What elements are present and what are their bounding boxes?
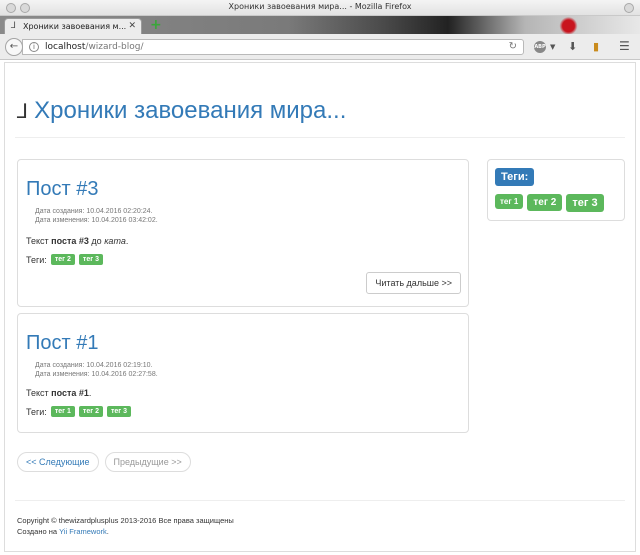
footer-divider (15, 500, 625, 501)
site-header: ⅃ Хроники завоевания мира... (17, 97, 346, 125)
window-titlebar: Хроники завоевания мира... - Mozilla Fir… (0, 0, 640, 16)
made-with-text: Создано на Yii Framework. (17, 526, 234, 537)
library-icon[interactable]: ▮ (593, 40, 599, 53)
back-button[interactable]: ← (5, 38, 23, 56)
read-more-button[interactable]: Читать дальше >> (366, 272, 461, 294)
tab-title: Хроники завоевания м... (23, 22, 127, 31)
footer: Copyright © thewizardplusplus 2013-2016 … (17, 515, 234, 537)
post-tags: Теги: тег 1 тег 2 тег 3 (26, 406, 132, 417)
copyright-text: Copyright © thewizardplusplus 2013-2016 … (17, 516, 234, 525)
previous-page-button[interactable]: Предыдущие >> (104, 452, 191, 472)
new-tab-icon[interactable]: + (150, 17, 162, 33)
reload-icon[interactable]: ↻ (509, 41, 517, 52)
url-bar[interactable]: i localhost/wizard-blog/ ↻ (22, 39, 524, 55)
post-text: Текст поста #1. (26, 388, 91, 398)
post-text-part: до (88, 236, 105, 246)
tags-sidebar: Теги: тег 1 тег 2 тег 3 (487, 159, 625, 221)
tag-badge[interactable]: тег 3 (78, 254, 103, 265)
post-modified-date: Дата изменения: 10.04.2016 03:42:02. (35, 217, 158, 224)
header-divider (15, 137, 625, 138)
url-path: /wizard-blog/ (85, 42, 144, 52)
tag-cloud-item[interactable]: тег 2 (527, 194, 563, 211)
post-text: Текст поста #3 до ката. (26, 236, 128, 246)
wizard-hat-icon: ⅃ (11, 21, 17, 31)
browser-tab[interactable]: ⅃ Хроники завоевания м... ✕ (4, 18, 142, 34)
post-text-part: Текст (26, 236, 52, 246)
post-created-date: Дата создания: 10.04.2016 02:19:10. (35, 362, 153, 369)
framework-link[interactable]: Yii Framework (59, 527, 107, 536)
next-page-button[interactable]: << Следующие (17, 452, 99, 472)
menu-icon[interactable]: ☰ (619, 39, 630, 53)
url-host: localhost (45, 42, 86, 52)
post-tags: Теги: тег 2 тег 3 (26, 254, 103, 265)
site-title[interactable]: Хроники завоевания мира... (34, 97, 346, 125)
close-icon[interactable]: ✕ (128, 21, 136, 31)
made-with-label: Создано на (17, 527, 60, 536)
pagination: << Следующие Предыдущие >> (17, 452, 197, 472)
post-tags-label: Теги: (26, 406, 47, 417)
post-text-bold: поста #1 (51, 388, 89, 398)
post-created-date: Дата создания: 10.04.2016 02:20:24. (35, 208, 153, 215)
post-text-bold: поста #3 (51, 236, 89, 246)
tag-badge[interactable]: тег 1 (50, 406, 75, 417)
made-with-end: . (106, 527, 109, 536)
chevron-down-icon[interactable]: ▼ (550, 43, 555, 51)
url-text[interactable]: localhost/wizard-blog/ (45, 42, 144, 52)
post-card: Пост #3 Дата создания: 10.04.2016 02:20:… (17, 159, 469, 307)
post-tags-label: Теги: (26, 254, 47, 265)
info-icon[interactable]: i (29, 42, 39, 52)
wizard-hat-icon: ⅃ (17, 99, 29, 123)
post-modified-date: Дата изменения: 10.04.2016 02:27:58. (35, 371, 158, 378)
post-text-italic: ката (104, 236, 126, 246)
post-text-part: . (125, 236, 129, 246)
tag-cloud-item[interactable]: тег 1 (495, 194, 524, 209)
post-text-part: Текст (26, 388, 52, 398)
tab-strip: ⅃ Хроники завоевания м... ✕ + (0, 16, 640, 34)
tag-badge[interactable]: тег 2 (78, 406, 103, 417)
tag-badge[interactable]: тег 2 (50, 254, 75, 265)
tag-cloud-item[interactable]: тег 3 (566, 194, 604, 212)
page-content: ⅃ Хроники завоевания мира... Пост #3 Дат… (4, 62, 636, 552)
post-text-part: . (88, 388, 92, 398)
post-card: Пост #1 Дата создания: 10.04.2016 02:19:… (17, 313, 469, 433)
adblock-icon[interactable]: ABP (534, 41, 546, 53)
navigation-toolbar: i localhost/wizard-blog/ ↻ ← ABP ▼ ⬇ ▮ ☰ (0, 34, 640, 60)
tag-cloud: тег 1 тег 2 тег 3 (495, 194, 608, 212)
tag-badge[interactable]: тег 3 (106, 406, 132, 417)
post-title[interactable]: Пост #3 (26, 178, 98, 201)
tags-heading: Теги: (495, 168, 535, 186)
download-icon[interactable]: ⬇ (568, 40, 577, 53)
window-title: Хроники завоевания мира... - Mozilla Fir… (228, 2, 412, 11)
post-title[interactable]: Пост #1 (26, 332, 98, 355)
arrow-left-icon: ← (9, 41, 19, 52)
